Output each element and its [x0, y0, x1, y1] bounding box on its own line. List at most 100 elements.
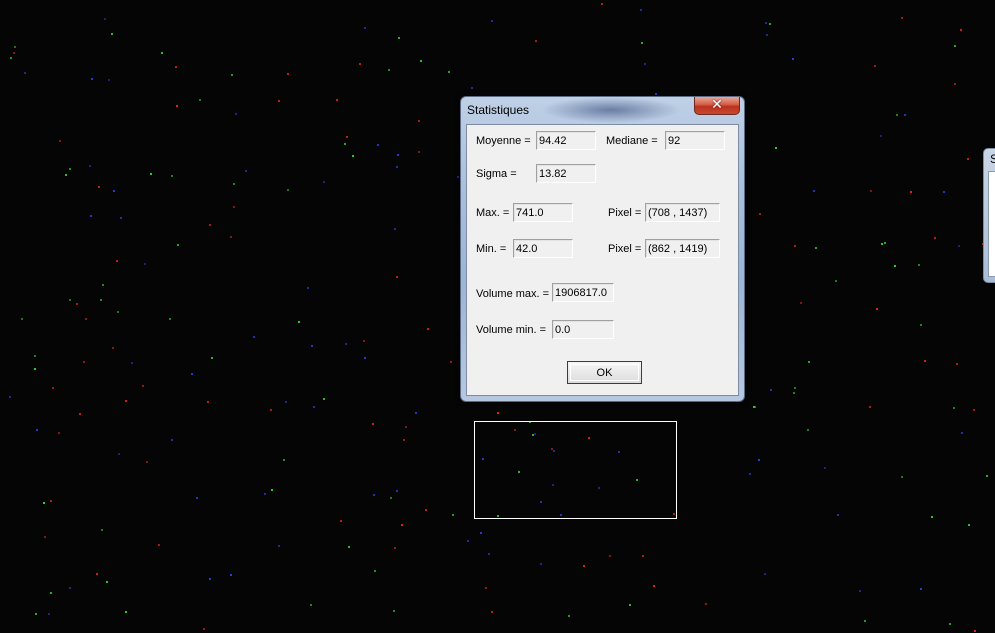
star-pixel: [9, 396, 11, 398]
volume-max-field[interactable]: 1906817.0: [552, 283, 614, 302]
star-pixel: [655, 93, 657, 95]
star-pixel: [920, 324, 922, 326]
min-field[interactable]: 42.0: [513, 239, 573, 258]
star-pixel: [920, 588, 922, 590]
max-field[interactable]: 741.0: [513, 203, 573, 222]
star-pixel: [373, 494, 375, 496]
title-bar-glare: [541, 97, 681, 123]
min-pixel-label: Pixel =: [608, 243, 642, 255]
star-pixel: [427, 328, 429, 330]
star-pixel: [401, 524, 403, 526]
min-pixel-field[interactable]: (862 , 1419): [645, 239, 720, 258]
selection-rectangle[interactable]: [474, 421, 677, 519]
star-pixel: [896, 114, 898, 116]
star-pixel: [642, 555, 644, 557]
star-pixel: [235, 113, 237, 115]
mediane-label: Mediane =: [606, 135, 658, 147]
star-pixel: [393, 610, 395, 612]
star-pixel: [753, 406, 755, 408]
star-pixel: [36, 429, 38, 431]
star-pixel: [85, 318, 87, 320]
star-pixel: [901, 476, 903, 478]
ok-button[interactable]: OK: [567, 361, 642, 384]
mediane-field[interactable]: 92: [665, 131, 725, 150]
star-pixel: [52, 387, 54, 389]
star-pixel: [568, 615, 570, 617]
star-pixel: [245, 170, 247, 172]
star-pixel: [876, 308, 878, 310]
max-label: Max. =: [476, 207, 510, 219]
star-pixel: [931, 516, 933, 518]
star-pixel: [344, 143, 346, 145]
star-pixel: [352, 155, 354, 157]
star-pixel: [104, 18, 106, 20]
star-pixel: [954, 83, 956, 85]
star-pixel: [425, 509, 427, 511]
star-pixel: [323, 181, 325, 183]
star-pixel: [83, 361, 85, 363]
background-window[interactable]: S: [983, 148, 995, 283]
star-pixel: [961, 432, 963, 434]
star-pixel: [271, 489, 273, 491]
star-pixel: [968, 524, 970, 526]
star-pixel: [794, 387, 796, 389]
star-pixel: [457, 176, 459, 178]
star-pixel: [859, 590, 861, 592]
star-pixel: [311, 345, 313, 347]
volume-min-field[interactable]: 0.0: [552, 320, 614, 339]
star-pixel: [76, 303, 78, 305]
star-pixel: [770, 389, 772, 391]
star-pixel: [824, 467, 826, 469]
volume-max-label: Volume max. =: [476, 288, 550, 300]
star-pixel: [43, 502, 45, 504]
max-pixel-field[interactable]: (708 , 1437): [645, 203, 720, 222]
star-pixel: [813, 190, 815, 192]
star-pixel: [583, 565, 585, 567]
star-pixel: [420, 60, 422, 62]
close-button[interactable]: ✕: [694, 97, 740, 115]
star-pixel: [283, 459, 285, 461]
star-pixel: [313, 406, 315, 408]
star-pixel: [766, 34, 768, 36]
star-pixel: [705, 603, 707, 605]
star-pixel: [112, 347, 114, 349]
star-pixel: [396, 276, 398, 278]
star-pixel: [759, 213, 761, 215]
star-pixel: [211, 357, 213, 359]
star-pixel: [403, 439, 405, 441]
dialog-title: Statistiques: [467, 103, 530, 117]
star-pixel: [934, 237, 936, 239]
star-pixel: [960, 29, 962, 31]
star-pixel: [394, 228, 396, 230]
star-pixel: [131, 362, 133, 364]
star-pixel: [372, 423, 374, 425]
star-pixel: [374, 570, 376, 572]
star-pixel: [758, 459, 760, 461]
star-pixel: [954, 45, 956, 47]
star-pixel: [34, 355, 36, 357]
star-pixel: [398, 37, 400, 39]
star-pixel: [488, 553, 490, 555]
star-pixel: [233, 206, 235, 208]
star-pixel: [943, 191, 945, 193]
star-pixel: [904, 114, 906, 116]
star-pixel: [199, 99, 201, 101]
close-icon: ✕: [711, 97, 723, 113]
star-pixel: [264, 493, 266, 495]
star-pixel: [884, 242, 886, 244]
star-pixel: [396, 490, 398, 492]
star-pixel: [629, 604, 631, 606]
star-pixel: [880, 135, 882, 137]
star-pixel: [958, 245, 960, 247]
moyenne-field[interactable]: 94.42: [536, 131, 596, 150]
star-pixel: [230, 574, 232, 576]
star-pixel: [13, 52, 15, 54]
statistics-dialog: Statistiques ✕ Moyenne = 94.42 Mediane =…: [460, 96, 745, 402]
sigma-field[interactable]: 13.82: [536, 164, 596, 183]
star-pixel: [98, 186, 100, 188]
star-pixel: [58, 432, 60, 434]
star-pixel: [792, 58, 794, 60]
star-pixel: [116, 260, 118, 262]
star-pixel: [377, 144, 379, 146]
star-pixel: [113, 190, 115, 192]
